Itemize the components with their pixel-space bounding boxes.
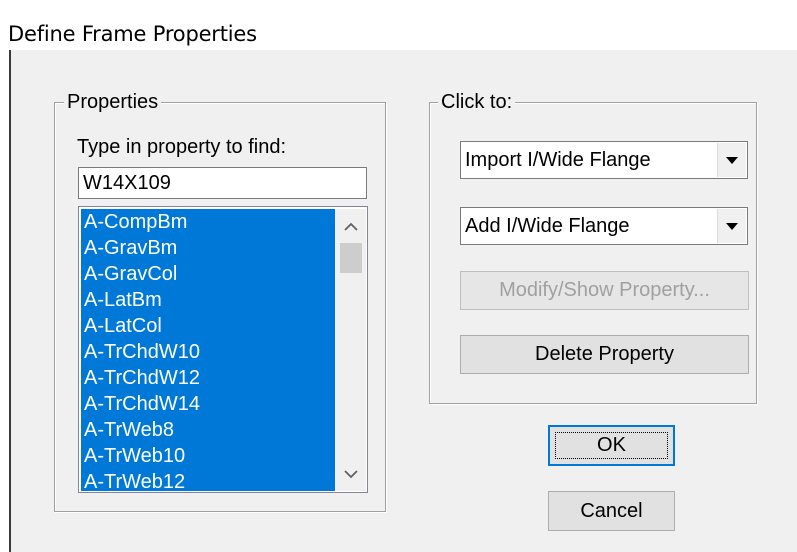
import-section-dropdown[interactable]: Import I/Wide Flange [460, 141, 748, 179]
chevron-up-icon[interactable] [335, 211, 366, 241]
click-to-group-legend: Click to: [438, 90, 516, 114]
scroll-thumb[interactable] [340, 243, 362, 273]
ok-label: OK [597, 434, 626, 456]
add-dropdown-value: Add I/Wide Flange [465, 214, 630, 237]
list-item[interactable]: A-GravBm [81, 235, 335, 261]
triangle-down-icon[interactable] [717, 143, 746, 177]
cancel-button[interactable]: Cancel [548, 491, 675, 531]
list-item[interactable]: A-GravCol [81, 261, 335, 287]
ok-button[interactable]: OK [548, 425, 675, 466]
list-item[interactable]: A-TrChdW10 [81, 339, 335, 365]
triangle-down-icon[interactable] [717, 209, 746, 243]
list-scrollbar[interactable] [335, 209, 366, 491]
modify-show-property-label: Modify/Show Property... [499, 279, 710, 301]
title-bar: Define Frame Properties [0, 0, 797, 50]
delete-property-label: Delete Property [535, 343, 674, 365]
list-item[interactable]: A-TrWeb12 [81, 469, 335, 491]
list-item[interactable]: A-CompBm [81, 209, 335, 235]
import-dropdown-value: Import I/Wide Flange [465, 148, 651, 171]
search-label: Type in property to find: [77, 136, 287, 158]
add-section-dropdown[interactable]: Add I/Wide Flange [460, 207, 748, 245]
properties-group: Properties Type in property to find: A-C… [54, 90, 386, 512]
chevron-down-icon[interactable] [335, 459, 366, 489]
property-listbox[interactable]: A-CompBm A-GravBm A-GravCol A-LatBm A-LatCol… [78, 206, 368, 493]
list-item[interactable]: A-LatBm [81, 287, 335, 313]
properties-group-legend: Properties [64, 90, 162, 114]
modify-show-property-button[interactable]: Modify/Show Property... [460, 271, 749, 310]
click-to-group: Click to: Import I/Wide Flange Add I/Wid… [429, 90, 757, 404]
cancel-label: Cancel [580, 499, 643, 522]
property-list-items: A-CompBm A-GravBm A-GravCol A-LatBm A-LatCol… [81, 209, 335, 491]
property-search-input[interactable] [78, 167, 367, 199]
list-item[interactable]: A-TrChdW12 [81, 365, 335, 391]
dialog-body: Properties Type in property to find: A-C… [9, 50, 797, 552]
window-title: Define Frame Properties [8, 22, 257, 46]
list-item[interactable]: A-TrWeb8 [81, 417, 335, 443]
delete-property-button[interactable]: Delete Property [460, 335, 749, 374]
list-item[interactable]: A-LatCol [81, 313, 335, 339]
list-item[interactable]: A-TrChdW14 [81, 391, 335, 417]
list-item[interactable]: A-TrWeb10 [81, 443, 335, 469]
